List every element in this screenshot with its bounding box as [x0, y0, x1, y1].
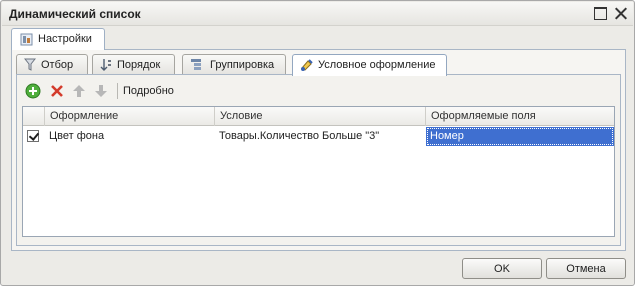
row-enabled-checkbox-cell: [23, 127, 45, 146]
tab-filter-label: Отбор: [41, 59, 74, 71]
add-icon: [25, 83, 41, 99]
row-enabled-checkbox[interactable]: [27, 130, 39, 142]
tab-filter[interactable]: Отбор: [16, 54, 88, 75]
tab-settings-label: Настройки: [38, 33, 92, 45]
close-button[interactable]: [614, 7, 627, 20]
toolbar-separator: [117, 83, 118, 99]
add-button[interactable]: [25, 83, 41, 99]
checkbox-column-header: [23, 107, 45, 126]
title-bar[interactable]: Динамический список: [2, 2, 633, 26]
tab-sort-label: Порядок: [117, 59, 161, 71]
cancel-button[interactable]: Отмена: [546, 258, 626, 279]
conditional-format-table[interactable]: Оформление Условие Оформляемые поля Цвет…: [22, 106, 615, 237]
cell-condition[interactable]: Товары.Количество Больше "3": [215, 127, 426, 146]
cell-appearance[interactable]: Цвет фона: [45, 127, 215, 146]
tab-settings[interactable]: Настройки: [11, 28, 105, 50]
settings-icon: [20, 33, 33, 46]
conditional-format-icon: [300, 58, 313, 72]
tab-conditional-format[interactable]: Условное оформление: [292, 54, 447, 76]
ok-button[interactable]: OK: [462, 258, 542, 279]
maximize-button[interactable]: [594, 7, 607, 20]
grouping-icon: [190, 58, 202, 72]
table-row[interactable]: Цвет фона Товары.Количество Больше "3" Н…: [23, 127, 614, 146]
table-header: Оформление Условие Оформляемые поля: [23, 107, 614, 126]
tab-grouping[interactable]: Группировка: [182, 54, 286, 75]
cell-fields[interactable]: Номер: [426, 127, 614, 146]
window-title: Динамический список: [9, 7, 141, 21]
move-up-button[interactable]: [71, 83, 87, 99]
sort-icon: [100, 58, 112, 72]
arrow-up-icon: [73, 85, 85, 97]
tab-conditional-format-label: Условное оформление: [318, 59, 436, 71]
delete-button[interactable]: [49, 83, 65, 99]
column-header-appearance[interactable]: Оформление: [45, 107, 215, 126]
filter-icon: [23, 58, 37, 72]
arrow-down-icon: [95, 85, 107, 97]
tab-sort[interactable]: Порядок: [92, 54, 175, 75]
move-down-button[interactable]: [93, 83, 109, 99]
column-header-fields[interactable]: Оформляемые поля: [426, 107, 614, 126]
column-header-condition[interactable]: Условие: [215, 107, 426, 126]
tab-grouping-label: Группировка: [210, 59, 275, 71]
dialog-window: Динамический список Настройки Отбор Поря…: [0, 0, 635, 286]
details-button[interactable]: Подробно: [123, 85, 174, 97]
delete-icon: [51, 85, 63, 97]
